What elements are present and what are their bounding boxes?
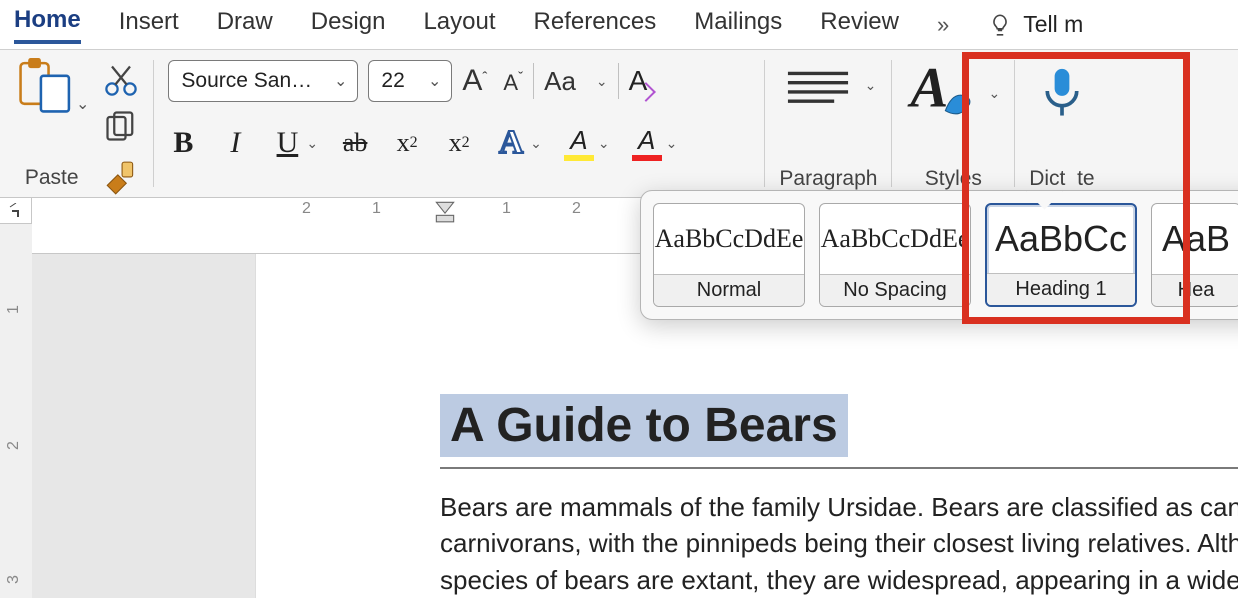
tab-references[interactable]: References [534,8,657,42]
shrink-font-button[interactable]: Aˇ [503,66,523,97]
ribbon: ⌄ Paste Source [0,50,1238,198]
italic-button[interactable]: I [220,127,250,159]
more-tabs-chevron-icon[interactable]: » [937,12,949,38]
document-body[interactable]: Bears are mammals of the family Ursidae.… [440,489,1238,598]
style-label: No Spacing [820,274,970,306]
styles-gallery-popover: AaBbCcDdEe Normal AaBbCcDdEe No Spacing … [640,190,1238,320]
change-case-button[interactable]: Aa [544,66,576,97]
font-family-value: Source San… [181,69,312,93]
style-label: Hea [1152,274,1238,306]
style-swatch-no-spacing[interactable]: AaBbCcDdEe No Spacing [819,203,971,307]
font-size-caret-icon: ⌄ [428,71,441,91]
highlight-button[interactable]: A [564,125,594,161]
dictate-label: Dict te [1029,167,1094,191]
format-painter-icon[interactable] [103,160,139,196]
svg-text:A: A [908,64,949,118]
style-label: Normal [654,274,804,306]
subscript-button[interactable]: x2 [392,127,422,159]
cut-icon[interactable] [103,62,139,98]
group-paragraph: ⌄ Paragraph [765,50,891,197]
highlight-caret-icon[interactable]: ⌄ [598,135,610,152]
tab-design[interactable]: Design [311,8,386,42]
style-swatch-heading2[interactable]: AaB Hea [1151,203,1238,307]
group-dictate: Dict te [1015,50,1108,197]
styles-pane-button[interactable]: A [906,64,976,123]
tell-me-label: Tell m [1023,11,1083,38]
copy-icon[interactable] [103,108,139,144]
bold-button[interactable]: B [168,127,198,159]
tab-draw[interactable]: Draw [217,8,273,42]
tab-review[interactable]: Review [820,8,899,42]
text-effects-caret-icon[interactable]: ⌄ [530,135,542,152]
style-preview: AaBbCcDdEe [654,204,804,274]
group-styles: A ⌄ Styles [892,50,1014,197]
font-size-combo[interactable]: 22 ⌄ [368,60,452,102]
group-font: Source San… ⌄ 22 ⌄ Aˆ Aˇ Aa ⌄ A [154,50,764,197]
font-size-value: 22 [381,69,404,93]
underline-button[interactable]: U [272,127,302,159]
styles-label: Styles [906,167,1000,191]
tab-insert[interactable]: Insert [119,8,179,42]
strikethrough-button[interactable]: ab [340,127,370,159]
tab-stop-selector[interactable] [0,198,32,224]
style-swatch-heading1[interactable]: AaBbCc Heading 1 [985,203,1137,307]
indent-marker-icon[interactable] [432,198,458,224]
font-color-button[interactable]: A [632,125,662,161]
clear-formatting-button[interactable]: A [629,65,648,97]
paste-label[interactable]: Paste [25,166,79,190]
microphone-icon[interactable] [1036,64,1088,118]
title-underline [440,467,1238,469]
style-preview: AaB [1152,204,1238,274]
group-clipboard: ⌄ Paste [0,50,153,197]
change-case-caret-icon[interactable]: ⌄ [596,73,608,90]
paragraph-icon[interactable] [781,66,855,104]
font-family-combo[interactable]: Source San… ⌄ [168,60,358,102]
clipboard-icon [14,58,78,114]
style-preview: AaBbCcDdEe [820,204,970,274]
grow-font-button[interactable]: Aˆ [462,64,487,98]
underline-caret-icon[interactable]: ⌄ [306,135,318,152]
tell-me-search[interactable]: Tell m [987,11,1083,38]
paragraph-label: Paragraph [779,167,877,191]
tab-home[interactable]: Home [14,6,81,44]
superscript-button[interactable]: x2 [444,127,474,159]
tab-mailings[interactable]: Mailings [694,8,782,42]
style-label: Heading 1 [987,273,1135,305]
font-family-caret-icon: ⌄ [334,71,347,91]
ribbon-tabs: Home Insert Draw Design Layout Reference… [0,0,1238,50]
navigation-thumbnail-pane[interactable] [32,254,256,598]
style-preview: AaBbCc [987,205,1135,273]
document-title[interactable]: A Guide to Bears [440,394,848,457]
font-color-caret-icon[interactable]: ⌄ [666,135,678,152]
lightbulb-icon [987,12,1013,38]
styles-caret-icon[interactable]: ⌄ [988,85,1000,102]
style-swatch-normal[interactable]: AaBbCcDdEe Normal [653,203,805,307]
tab-layout[interactable]: Layout [423,8,495,42]
paste-dropdown-caret-icon[interactable]: ⌄ [76,94,89,114]
text-effects-button[interactable]: A [496,127,526,159]
paragraph-caret-icon[interactable]: ⌄ [865,77,877,94]
